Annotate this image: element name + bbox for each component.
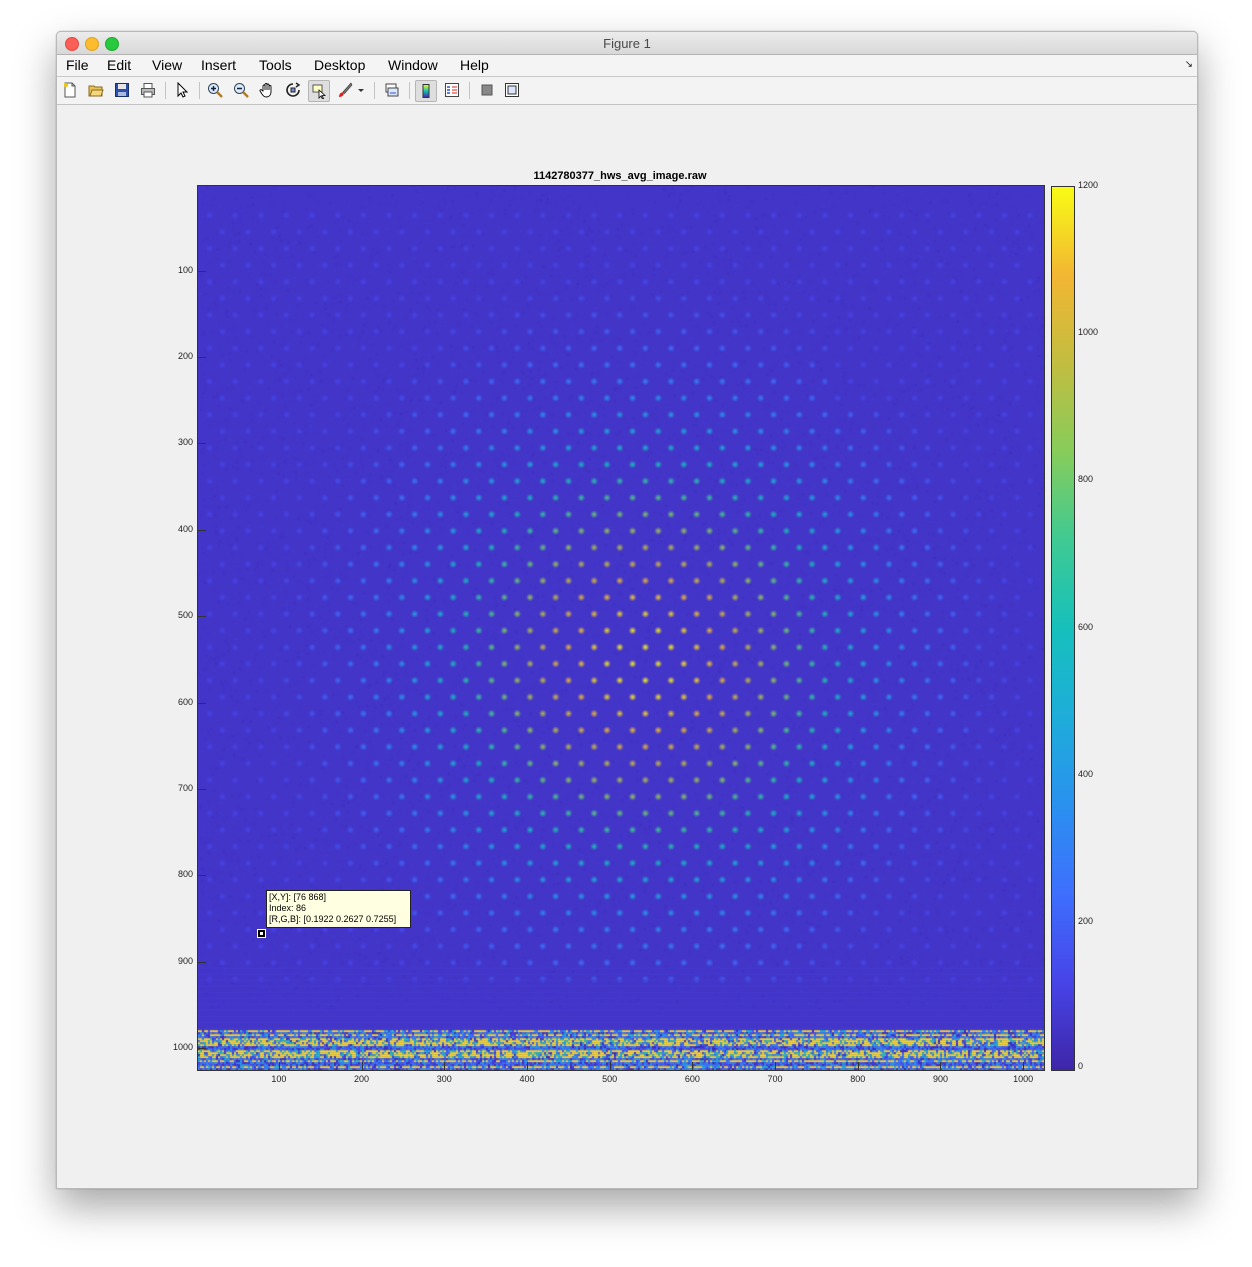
menu-insert[interactable]: Insert bbox=[201, 57, 236, 73]
x-tick-mark bbox=[278, 1062, 280, 1070]
datatip-xy: [X,Y]: [76 868] bbox=[269, 892, 327, 902]
y-tick-label: 500 bbox=[177, 610, 193, 621]
brush-dropdown-icon[interactable] bbox=[356, 81, 366, 99]
menu-desktop[interactable]: Desktop bbox=[314, 57, 365, 73]
y-tick-mark bbox=[198, 702, 206, 704]
menu-help[interactable]: Help bbox=[460, 57, 489, 73]
y-tick-mark bbox=[198, 1048, 206, 1050]
link-plot-icon[interactable] bbox=[383, 81, 401, 99]
show-plot-tools-icon[interactable] bbox=[503, 81, 521, 99]
y-tick-label: 600 bbox=[177, 696, 193, 707]
heatmap-image[interactable] bbox=[198, 186, 1044, 1070]
x-tick-label: 1000 bbox=[1013, 1074, 1034, 1084]
y-tick-label: 200 bbox=[177, 350, 193, 361]
y-tick-label: 800 bbox=[177, 869, 193, 880]
colorbar-tick-label: 1000 bbox=[1078, 327, 1099, 338]
hide-plot-tools-icon[interactable] bbox=[478, 81, 496, 99]
x-tick-label: 400 bbox=[519, 1074, 535, 1084]
plot-title: 1142780377_hws_avg_image.raw bbox=[533, 170, 707, 182]
zoom-out-icon[interactable] bbox=[232, 81, 250, 99]
y-tick-label: 900 bbox=[177, 955, 193, 966]
colorbar-tick-label: 0 bbox=[1078, 1061, 1084, 1071]
menu-bar: File Edit View Insert Tools Desktop Wind… bbox=[57, 55, 1197, 77]
x-tick-mark bbox=[775, 1062, 777, 1070]
figure-toolbar bbox=[57, 77, 1197, 105]
colorbar-tick-label: 800 bbox=[1078, 474, 1094, 485]
x-tick-mark bbox=[361, 1062, 363, 1070]
y-tick-mark bbox=[198, 356, 206, 358]
datatip-marker[interactable] bbox=[257, 929, 266, 938]
menu-file[interactable]: File bbox=[66, 57, 89, 73]
y-tick-mark bbox=[198, 789, 206, 791]
image-axes[interactable] bbox=[197, 185, 1045, 1071]
y-tick-mark bbox=[198, 270, 206, 272]
figure-window: Figure 1 File Edit View Insert Tools Des… bbox=[56, 31, 1198, 1189]
y-tick-mark bbox=[198, 961, 206, 963]
zoom-in-icon[interactable] bbox=[206, 81, 224, 99]
pan-hand-icon[interactable] bbox=[258, 81, 276, 99]
y-tick-label: 400 bbox=[177, 523, 193, 534]
print-icon[interactable] bbox=[139, 81, 157, 99]
colorbar-tick-label: 600 bbox=[1078, 621, 1094, 632]
y-tick-label: 100 bbox=[177, 264, 193, 275]
menu-view[interactable]: View bbox=[152, 57, 182, 73]
menu-window[interactable]: Window bbox=[388, 57, 438, 73]
x-tick-mark bbox=[609, 1062, 611, 1070]
new-figure-icon[interactable] bbox=[61, 81, 79, 99]
x-tick-mark bbox=[940, 1062, 942, 1070]
open-file-icon[interactable] bbox=[87, 81, 105, 99]
dock-arrow-icon[interactable]: ↘ bbox=[1185, 59, 1193, 70]
x-tick-mark bbox=[857, 1062, 859, 1070]
colorbar[interactable] bbox=[1051, 186, 1075, 1071]
datatip-index: Index: 86 bbox=[269, 903, 307, 913]
menu-tools[interactable]: Tools bbox=[259, 57, 292, 73]
x-tick-label: 200 bbox=[354, 1074, 370, 1084]
y-tick-label: 1000 bbox=[172, 1042, 193, 1053]
x-tick-label: 500 bbox=[602, 1074, 618, 1084]
legend-icon[interactable] bbox=[443, 81, 461, 99]
y-tick-mark bbox=[198, 616, 206, 618]
menu-edit[interactable]: Edit bbox=[107, 57, 131, 73]
brush-icon[interactable] bbox=[336, 81, 354, 99]
y-tick-mark bbox=[198, 875, 206, 877]
datatip-rgb: [R,G,B]: [0.1922 0.2627 0.7255] bbox=[269, 914, 397, 924]
y-tick-mark bbox=[198, 443, 206, 445]
colorbar-icon[interactable] bbox=[415, 80, 437, 102]
colorbar-tick-label: 400 bbox=[1078, 768, 1094, 779]
y-tick-mark bbox=[198, 529, 206, 531]
colorbar-tick-label: 1200 bbox=[1078, 180, 1099, 190]
y-tick-label: 300 bbox=[177, 437, 193, 448]
save-icon[interactable] bbox=[113, 81, 131, 99]
x-tick-label: 900 bbox=[932, 1074, 948, 1084]
x-tick-label: 100 bbox=[271, 1074, 287, 1084]
window-title: Figure 1 bbox=[603, 36, 651, 51]
x-tick-mark bbox=[1023, 1062, 1025, 1070]
y-tick-label: 700 bbox=[177, 783, 193, 794]
x-tick-mark bbox=[526, 1062, 528, 1070]
x-tick-mark bbox=[692, 1062, 694, 1070]
data-cursor-icon[interactable] bbox=[308, 80, 330, 102]
x-tick-label: 600 bbox=[684, 1074, 700, 1084]
rotate-3d-icon[interactable] bbox=[284, 81, 302, 99]
datatip[interactable]: [X,Y]: [76 868] Index: 86 [R,G,B]: [0.19… bbox=[266, 890, 411, 928]
title-bar[interactable]: Figure 1 bbox=[57, 32, 1197, 55]
x-tick-mark bbox=[444, 1062, 446, 1070]
x-tick-label: 300 bbox=[436, 1074, 452, 1084]
edit-plot-arrow-icon[interactable] bbox=[173, 81, 191, 99]
x-tick-label: 700 bbox=[767, 1074, 783, 1084]
colorbar-tick-label: 200 bbox=[1078, 915, 1094, 926]
x-tick-label: 800 bbox=[850, 1074, 866, 1084]
